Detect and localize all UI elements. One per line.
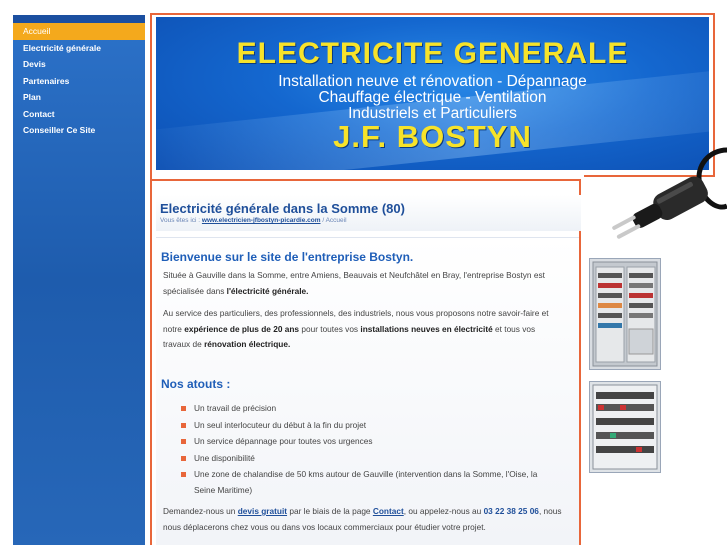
nav-item-devis[interactable]: Devis bbox=[13, 56, 145, 73]
list-item: Un service dépannage pour toutes vos urg… bbox=[181, 434, 556, 450]
nav-item-accueil[interactable]: Accueil bbox=[13, 23, 145, 40]
electrical-cabinet-image bbox=[590, 259, 660, 369]
services-strong-experience: expérience de plus de 20 ans bbox=[184, 323, 300, 334]
bullet-square-icon bbox=[181, 455, 186, 461]
power-plug-icon bbox=[612, 147, 727, 239]
sidebar: Accueil Electricité générale Devis Parte… bbox=[13, 15, 145, 545]
electrical-panel-photo-2[interactable] bbox=[589, 381, 661, 473]
page-title: Electricité générale dans la Somme (80) bbox=[160, 201, 405, 216]
frame-content-top-line bbox=[150, 179, 581, 181]
sidebar-top-strip bbox=[13, 15, 145, 23]
breadcrumb: Vous êtes ici : www.electricien-jfbostyn… bbox=[160, 217, 347, 224]
main-nav: Accueil Electricité générale Devis Parte… bbox=[13, 23, 145, 139]
list-item: Une disponibilité bbox=[181, 451, 556, 467]
frame-left-line bbox=[150, 13, 152, 545]
breadcrumb-current: Accueil bbox=[325, 217, 347, 224]
electrical-board-image bbox=[590, 382, 660, 472]
bullet-square-icon bbox=[181, 472, 186, 477]
intro-paragraph: Située à Gauville dans la Somme, entre A… bbox=[163, 268, 563, 299]
atouts-heading: Nos atouts : bbox=[161, 377, 231, 391]
devis-link[interactable]: devis gratuit bbox=[238, 506, 287, 516]
list-item: Un travail de précision bbox=[181, 401, 556, 417]
main-content: Bienvenue sur le site de l'entreprise Bo… bbox=[156, 237, 579, 545]
bullet-square-icon bbox=[181, 439, 186, 444]
contact-text-a: Demandez-nous un bbox=[163, 506, 238, 516]
atout-text: Un seul interlocuteur du début à la fin … bbox=[194, 419, 367, 430]
frame-top-line bbox=[150, 13, 715, 15]
page-header: Electricité générale dans la Somme (80) … bbox=[156, 195, 581, 231]
contact-link[interactable]: Contact bbox=[373, 506, 404, 516]
intro-text: Située à Gauville dans la Somme, entre A… bbox=[163, 270, 545, 296]
contact-text-b: par le biais de la page bbox=[287, 506, 373, 516]
atout-text: Un travail de précision bbox=[194, 403, 277, 413]
electrical-panel-photo-1[interactable] bbox=[589, 258, 661, 370]
nav-item-partenaires[interactable]: Partenaires bbox=[13, 73, 145, 90]
nav-item-conseiller[interactable]: Conseiller Ce Site bbox=[13, 122, 145, 139]
breadcrumb-prefix: Vous êtes ici : bbox=[160, 217, 201, 224]
contact-text-c: , ou appelez-nous au bbox=[403, 506, 484, 516]
services-strong-renovation: rénovation électrique. bbox=[204, 339, 291, 349]
atout-text: Une zone de chalandise de 50 kms autour … bbox=[194, 469, 538, 495]
list-item: Une zone de chalandise de 50 kms autour … bbox=[181, 467, 556, 498]
services-strong-installations: installations neuves en électricité bbox=[360, 323, 493, 334]
nav-item-contact[interactable]: Contact bbox=[13, 106, 145, 123]
atouts-list: Un travail de précision Un seul interloc… bbox=[181, 401, 556, 499]
frame-content-right-line bbox=[579, 179, 581, 545]
welcome-heading: Bienvenue sur le site de l'entreprise Bo… bbox=[161, 250, 414, 264]
intro-strong: l'électricité générale. bbox=[226, 285, 309, 296]
breadcrumb-home-link[interactable]: www.electricien-jfbostyn-picardie.com bbox=[202, 217, 321, 224]
nav-item-plan[interactable]: Plan bbox=[13, 89, 145, 106]
atout-text: Un service dépannage pour toutes vos urg… bbox=[194, 436, 373, 446]
list-item: Un seul interlocuteur du début à la fin … bbox=[181, 418, 556, 434]
bullet-square-icon bbox=[181, 422, 186, 428]
nav-item-electricite-generale[interactable]: Electricité générale bbox=[13, 40, 145, 57]
breadcrumb-separator: / bbox=[322, 217, 325, 224]
services-text-c: pour toutes vos bbox=[299, 323, 361, 334]
phone-number[interactable]: 03 22 38 25 06 bbox=[484, 506, 539, 516]
atout-text: Une disponibilité bbox=[194, 452, 255, 463]
bullet-square-icon bbox=[181, 406, 186, 411]
services-paragraph: Au service des particuliers, des profess… bbox=[163, 306, 563, 353]
contact-paragraph: Demandez-nous un devis gratuit par le bi… bbox=[163, 504, 563, 535]
banner-title: ELECTRICITE GENERALE bbox=[236, 37, 629, 70]
